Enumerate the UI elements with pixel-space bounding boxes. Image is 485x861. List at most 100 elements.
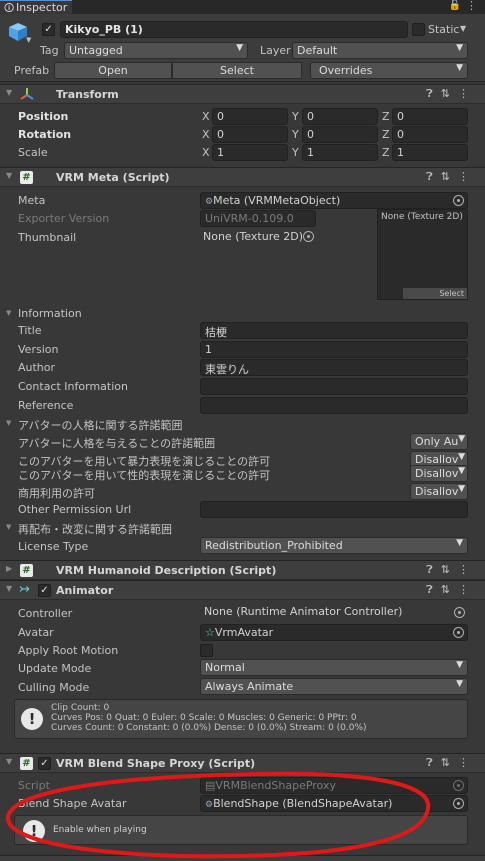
author-field[interactable]: 東雲りん [200, 359, 468, 376]
chevron-down-icon: ▼ [458, 452, 465, 462]
position-y-field[interactable]: 0 [302, 108, 378, 125]
other-permission-field[interactable] [200, 501, 468, 518]
position-z-field[interactable]: 0 [392, 108, 468, 125]
tag-value: Untagged [69, 44, 123, 57]
texture-select-button[interactable]: Select [403, 288, 467, 299]
rotation-z-field[interactable]: 0 [392, 126, 468, 143]
animator-enabled-checkbox[interactable]: ✓ [38, 584, 51, 597]
transform-header[interactable]: ▼ Transform ❓︎⇅⋮ [0, 84, 485, 104]
root-motion-checkbox[interactable] [200, 644, 213, 657]
version-field[interactable]: 1 [200, 341, 468, 358]
perm4-value: Disallov [415, 485, 459, 498]
culling-mode-value: Always Animate [205, 680, 294, 693]
culling-mode-dropdown[interactable]: Always Animate ▼ [200, 678, 468, 695]
scale-y-field[interactable]: 1 [302, 144, 378, 161]
script-value: VRMBlendShapeProxy [215, 779, 336, 792]
avatar-field[interactable]: ☆VrmAvatar [200, 624, 468, 641]
animator-title: Animator [56, 584, 114, 597]
license-label: License Type [18, 540, 89, 553]
scale-x-field[interactable]: 1 [212, 144, 288, 161]
gameobject-icon-arrow[interactable]: ▼ [26, 36, 31, 44]
foldout-arrow-icon[interactable]: ▼ [6, 523, 11, 531]
foldout-arrow-icon[interactable]: ▼ [6, 757, 12, 766]
meta-field[interactable]: ⚙Meta (VRMMetaObject) [200, 192, 468, 209]
position-x-field[interactable]: 0 [212, 108, 288, 125]
meta-row: Meta ⚙Meta (VRMMetaObject) [0, 191, 485, 210]
root-motion-row: Apply Root Motion [0, 641, 485, 660]
foldout-arrow-icon[interactable]: ▶ [6, 564, 12, 573]
rotation-x-field[interactable]: 0 [212, 126, 288, 143]
blendshape-avatar-field[interactable]: ⚙BlendShape (BlendShapeAvatar) [200, 795, 468, 812]
tab-menu-icon[interactable]: ⋮ [466, 0, 477, 12]
thumbnail-field[interactable]: None (Texture 2D) [200, 230, 316, 246]
update-mode-label: Update Mode [18, 662, 92, 675]
x-label: X [202, 146, 210, 159]
vrm-meta-header[interactable]: ▼ # VRM Meta (Script) ❓︎⇅⋮ [0, 167, 485, 187]
contact-label: Contact Information [18, 380, 128, 393]
texture-preview-label: None (Texture 2D) [381, 212, 463, 222]
chevron-down-icon: ▼ [458, 484, 465, 494]
static-checkbox[interactable] [412, 23, 425, 36]
perm1-dropdown[interactable]: Only Au ▼ [410, 433, 468, 450]
blendshape-enabled-checkbox[interactable]: ✓ [38, 757, 51, 770]
avatar-permission-foldout[interactable]: ▼ アバターの人格に関する許諾範囲 [0, 414, 485, 433]
foldout-arrow-icon[interactable]: ▼ [6, 309, 11, 317]
info-icon: ! [21, 708, 43, 730]
active-checkbox[interactable]: ✓ [42, 23, 55, 36]
perm4-dropdown[interactable]: Disallov ▼ [410, 483, 468, 500]
object-picker-icon[interactable] [453, 798, 464, 809]
perm4-label: 商用利用の許可 [18, 487, 95, 500]
component-tools[interactable]: ❓︎⇅⋮ [426, 563, 477, 577]
foldout-arrow-icon[interactable]: ▼ [6, 584, 12, 593]
prefab-select-button[interactable]: Select [172, 62, 302, 79]
prefab-open-button[interactable]: Open [54, 62, 172, 79]
culling-mode-row: Culling Mode Always Animate ▼ [0, 678, 485, 697]
controller-field[interactable]: None (Runtime Animator Controller) [200, 605, 468, 622]
prefab-overrides-dropdown[interactable]: Overrides ▼ [310, 62, 468, 79]
prefab-label: Prefab [14, 64, 50, 77]
vrm-humanoid-header[interactable]: ▶ # VRM Humanoid Description (Script) ❓︎… [0, 560, 485, 580]
component-tools[interactable]: ❓︎⇅⋮ [426, 583, 477, 597]
tag-dropdown[interactable]: Untagged ▼ [64, 42, 248, 59]
component-tools[interactable]: ❓︎⇅⋮ [426, 87, 477, 101]
layer-dropdown[interactable]: Default ▼ [292, 42, 468, 59]
license-dropdown[interactable]: Redistribution_Prohibited ▼ [200, 537, 468, 554]
avatar-row: Avatar ☆VrmAvatar [0, 623, 485, 642]
blendshape-asset-icon: ⚙ [205, 800, 214, 810]
rotation-y-field[interactable]: 0 [302, 126, 378, 143]
object-picker-icon[interactable] [453, 627, 464, 638]
chevron-down-icon: ▼ [456, 538, 463, 548]
static-dropdown-arrow[interactable]: ▼ [460, 24, 466, 33]
curves-pos-text: Curves Pos: 0 Quat: 0 Euler: 0 Scale: 0 … [51, 713, 357, 723]
scale-z-field[interactable]: 1 [392, 144, 468, 161]
foldout-arrow-icon[interactable]: ▼ [6, 88, 12, 97]
foldout-arrow-icon[interactable]: ▼ [6, 419, 11, 427]
texture-preview[interactable]: None (Texture 2D) Select [377, 209, 468, 300]
contact-field[interactable] [200, 378, 468, 395]
reference-field[interactable] [200, 397, 468, 414]
other-permission-row: Other Permission Url [0, 500, 485, 519]
object-name-field[interactable]: Kikyo_PB (1) [60, 21, 408, 38]
lock-icon[interactable]: 🔓 [449, 0, 461, 11]
animator-header[interactable]: ▼ ↣ ✓ Animator ❓︎⇅⋮ [0, 580, 485, 600]
next-component-header[interactable] [0, 855, 485, 861]
object-picker-icon[interactable] [303, 231, 314, 242]
update-mode-dropdown[interactable]: Normal ▼ [200, 659, 468, 676]
component-tools[interactable]: ❓︎⇅⋮ [426, 756, 477, 770]
animator-info-box: ! Clip Count: 0 Curves Pos: 0 Quat: 0 Eu… [14, 699, 468, 739]
title-field[interactable]: 桔梗 [200, 322, 468, 339]
perm3-dropdown[interactable]: Disallov ▼ [410, 465, 468, 482]
tab-inspector[interactable]: 🛈 Inspector [0, 0, 72, 14]
static-label[interactable]: Static [428, 23, 459, 36]
object-picker-icon[interactable] [454, 607, 465, 618]
blendshape-proxy-header[interactable]: ▼ # ✓ VRM Blend Shape Proxy (Script) ❓︎⇅… [0, 753, 485, 773]
version-row: Version 1 [0, 340, 485, 359]
perm3-row: このアバターを用いて性的表現を演じることの許可 Disallov ▼ [0, 464, 485, 483]
redistribution-foldout[interactable]: ▼ 再配布・改変に関する許諾範囲 [0, 518, 485, 537]
foldout-arrow-icon[interactable]: ▼ [6, 171, 12, 180]
object-picker-icon[interactable] [453, 195, 464, 206]
perm3-value: Disallov [415, 467, 459, 480]
tab-bar: 🛈 Inspector 🔓 ⋮ [0, 0, 485, 14]
blendshape-avatar-row: Blend Shape Avatar ⚙BlendShape (BlendSha… [0, 794, 485, 813]
component-tools[interactable]: ❓︎⇅⋮ [426, 170, 477, 184]
